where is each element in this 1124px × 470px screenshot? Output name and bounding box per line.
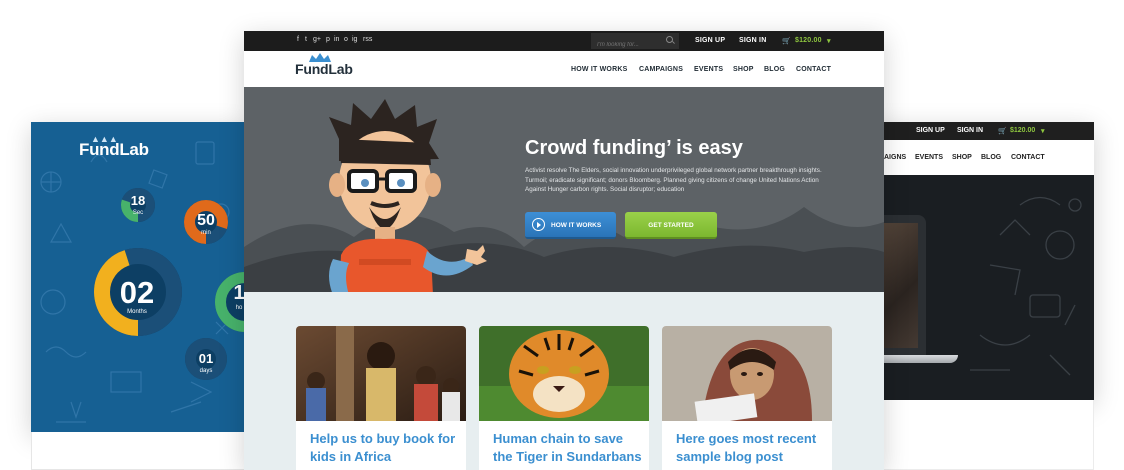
countdown-hours: 1 ho [233, 282, 245, 311]
nav-contact[interactable]: CONTACT [796, 66, 831, 73]
search-box[interactable] [591, 33, 679, 53]
card-image-tiger [479, 326, 649, 421]
nav-campaigns[interactable]: CAMPAIGNS [639, 66, 683, 73]
card-image-girl [662, 326, 832, 421]
campaign-card-tiger[interactable]: Human chain to save the Tiger in Sundarb… [479, 326, 649, 470]
rss-icon[interactable]: rss [363, 36, 372, 43]
cart-amount[interactable]: $120.00 [795, 37, 822, 44]
play-icon [532, 218, 545, 231]
top-bar: f t g+ p in o ig rss SIGN UP SIGN IN 🛒 $… [244, 31, 884, 53]
countdown-seconds: 18 Sec [130, 193, 146, 216]
cartoon-mascot [329, 99, 487, 292]
how-it-works-label: HOW IT WORKS [551, 222, 602, 229]
countdown-minutes: 50 min [197, 212, 215, 236]
nav-events[interactable]: EVENTS [694, 66, 723, 73]
card-image-children [296, 326, 466, 421]
sign-up-link[interactable]: SIGN UP [695, 37, 725, 44]
right-nav-contact[interactable]: CONTACT [1011, 154, 1045, 161]
sign-in-link[interactable]: SIGN IN [739, 37, 766, 44]
countdown-preview-footer [31, 432, 245, 470]
hero-section: Crowd funding’ is easy Activist resolve … [244, 87, 884, 292]
linkedin-icon[interactable]: in [334, 36, 339, 43]
blog-card-recent[interactable]: Here goes most recent sample blog post [662, 326, 832, 470]
dark-theme-preview-footer [870, 400, 1094, 470]
right-sign-up-link[interactable]: SIGN UP [916, 127, 945, 134]
pinterest-icon[interactable]: p [326, 36, 330, 43]
campaign-card-africa[interactable]: Help us to buy book for kids in Africa [296, 326, 466, 470]
right-nav-events[interactable]: EVENTS [915, 154, 943, 161]
cart-icon[interactable]: 🛒 [782, 37, 791, 45]
main-site-preview: f t g+ p in o ig rss SIGN UP SIGN IN 🛒 $… [244, 31, 884, 470]
right-sign-in-link[interactable]: SIGN IN [957, 127, 983, 134]
right-nav-blog[interactable]: BLOG [981, 154, 1001, 161]
nav-blog[interactable]: BLOG [764, 66, 785, 73]
right-topbar: SIGN UP SIGN IN 🛒 $120.00 ▾ [870, 122, 1094, 140]
cart-chevron-icon[interactable]: ▾ [827, 37, 831, 45]
countdown-days: 01 days [198, 351, 214, 374]
facebook-icon[interactable]: f [297, 36, 299, 43]
site-logo[interactable]: FundLab [295, 61, 353, 77]
right-cart-amount[interactable]: $120.00 [1010, 127, 1035, 134]
hero-title: Crowd funding’ is easy [525, 137, 743, 159]
right-cart-icon[interactable]: 🛒 [998, 127, 1007, 135]
nav-shop[interactable]: SHOP [733, 66, 754, 73]
countdown-preview: ▲▲▲ FundLab 18 Sec 50 min 02 Months 1 ho… [31, 122, 245, 432]
get-started-button[interactable]: GET STARTED [625, 212, 717, 239]
main-navbar: FundLab HOW IT WORKS CAMPAIGNS EVENTS SH… [244, 51, 884, 87]
right-nav-campaigns[interactable]: AIGNS [884, 154, 906, 161]
card-title[interactable]: Human chain to save the Tiger in Sundarb… [493, 430, 643, 466]
how-it-works-button[interactable]: HOW IT WORKS [525, 212, 616, 239]
instagram-icon[interactable]: ig [352, 36, 357, 43]
countdown-months: 02 Months [119, 275, 155, 316]
google-plus-icon[interactable]: g+ [313, 36, 321, 43]
dribbble-icon[interactable]: o [344, 36, 348, 43]
right-cart-chevron-icon[interactable]: ▾ [1041, 127, 1045, 135]
nav-how-it-works[interactable]: HOW IT WORKS [571, 66, 627, 73]
card-title[interactable]: Help us to buy book for kids in Africa [310, 430, 460, 466]
right-hero [870, 175, 1094, 400]
twitter-icon[interactable]: t [305, 36, 307, 43]
dark-theme-preview: SIGN UP SIGN IN 🛒 $120.00 ▾ AIGNS EVENTS… [870, 122, 1094, 400]
search-icon[interactable] [666, 36, 673, 43]
card-title[interactable]: Here goes most recent sample blog post [676, 430, 826, 466]
right-nav-shop[interactable]: SHOP [952, 154, 972, 161]
hero-description: Activist resolve The Elders, social inno… [525, 167, 822, 193]
